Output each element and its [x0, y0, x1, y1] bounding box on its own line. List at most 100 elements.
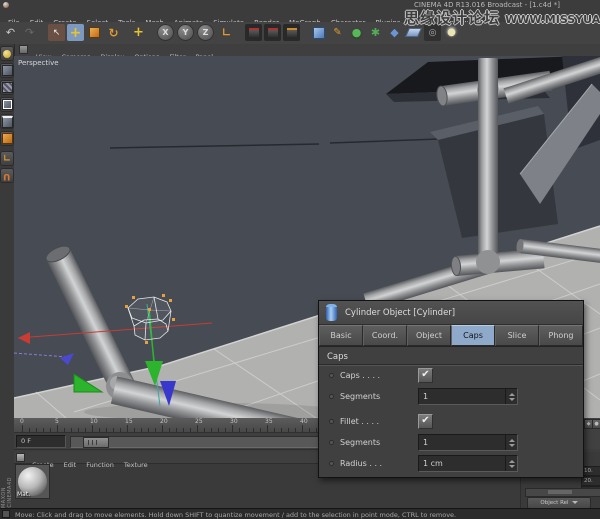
live-selection-icon[interactable] — [48, 24, 65, 41]
ruler-tick — [302, 425, 303, 432]
ruler-tick — [295, 428, 296, 432]
mograph-icon[interactable] — [367, 24, 384, 41]
fillet-segments-row: Segments 1 — [319, 432, 583, 453]
ruler-label: 20 — [160, 418, 168, 425]
cap-segments-value[interactable]: 1 — [419, 392, 505, 401]
fillet-segments-value[interactable]: 1 — [419, 438, 505, 447]
last-tool-icon[interactable] — [130, 24, 147, 41]
anim-dot-icon[interactable] — [329, 440, 334, 445]
anim-dot-icon[interactable] — [329, 373, 334, 378]
cap-segments-stepper[interactable]: 1 — [418, 388, 518, 405]
ruler-tick — [211, 428, 212, 432]
tab-phong[interactable]: Phong — [539, 325, 583, 346]
spinner-arrows-icon[interactable] — [505, 389, 517, 404]
rotate-icon[interactable] — [105, 24, 122, 41]
tab-coord[interactable]: Coord. — [363, 325, 407, 346]
scale-icon[interactable] — [86, 24, 103, 41]
ruler-tick — [288, 428, 289, 432]
coordinates-scrollbar[interactable] — [525, 488, 600, 497]
texture-mode-icon[interactable] — [1, 81, 13, 94]
caps-row: Caps . . . . ✔ — [319, 365, 583, 386]
material-menu-texture[interactable]: Texture — [119, 459, 153, 469]
render-picture-viewer-icon[interactable] — [264, 24, 281, 41]
ruler-tick — [155, 428, 156, 432]
render-view-icon[interactable] — [245, 24, 262, 41]
ruler-tick — [99, 428, 100, 432]
material-thumbnail[interactable]: Mat. — [16, 465, 49, 498]
attribute-panel-header[interactable]: Cylinder Object [Cylinder] — [319, 301, 583, 325]
ruler-tick — [204, 428, 205, 432]
ruler-tick — [113, 428, 114, 432]
status-icon — [3, 511, 9, 517]
spinner-arrows-icon[interactable] — [505, 435, 517, 450]
ruler-tick — [190, 428, 191, 432]
viewport-grid-icon[interactable] — [20, 46, 27, 53]
ruler-label: 15 — [125, 418, 133, 425]
anim-dot-icon[interactable] — [329, 419, 334, 424]
primitive-cube-icon[interactable] — [310, 24, 327, 41]
undo-icon[interactable] — [2, 24, 19, 41]
section-title: Caps — [319, 350, 583, 365]
fillet-checkbox[interactable]: ✔ — [418, 414, 433, 429]
ruler-tick — [169, 428, 170, 432]
move-icon[interactable] — [67, 24, 84, 41]
material-manager-icon[interactable] — [17, 454, 24, 461]
ruler-tick — [57, 425, 58, 432]
material-menu-function[interactable]: Function — [81, 459, 119, 469]
current-frame-field[interactable]: 0 F — [16, 435, 66, 448]
ruler-tick — [197, 425, 198, 432]
edit-render-settings-icon[interactable] — [283, 24, 300, 41]
coordinate-system-icon[interactable] — [218, 24, 235, 41]
status-bar: Move: Click and drag to move elements. H… — [0, 508, 600, 519]
keyframe-button[interactable]: ◆ — [585, 420, 592, 428]
tab-caps[interactable]: Caps — [451, 325, 495, 346]
timeline-slider-handle[interactable] — [83, 437, 109, 448]
ruler-label: 0 — [20, 418, 24, 425]
axis-x-icon[interactable]: X — [157, 24, 174, 41]
cylinder-object-icon — [326, 304, 337, 321]
tab-object[interactable]: Object — [407, 325, 451, 346]
fillet-segments-stepper[interactable]: 1 — [418, 434, 518, 451]
radius-value[interactable]: 1 cm — [419, 459, 505, 468]
ruler-tick — [246, 428, 247, 432]
ruler-tick — [260, 428, 261, 432]
deformer-icon[interactable] — [386, 24, 403, 41]
radius-stepper[interactable]: 1 cm — [418, 455, 518, 472]
ruler-tick — [162, 425, 163, 432]
ruler-tick — [22, 425, 23, 432]
point-mode-icon[interactable] — [1, 98, 13, 111]
anim-dot-icon[interactable] — [329, 394, 334, 399]
caps-checkbox[interactable]: ✔ — [418, 368, 433, 383]
tab-basic[interactable]: Basic — [319, 325, 363, 346]
model-mode-icon[interactable] — [1, 64, 13, 77]
subdivision-surface-icon[interactable] — [348, 24, 365, 41]
axis-z-icon[interactable]: Z — [197, 24, 214, 41]
ruler-tick — [253, 428, 254, 432]
anim-dot-icon[interactable] — [329, 461, 334, 466]
ruler-tick — [239, 428, 240, 432]
axis-y-label: Y — [183, 28, 189, 37]
mode-sidebar — [0, 44, 15, 448]
snap-icon[interactable] — [1, 169, 13, 182]
record-button[interactable]: ● — [593, 420, 600, 428]
spinner-arrows-icon[interactable] — [505, 456, 517, 471]
ruler-label: 40 — [300, 418, 308, 425]
material-menu-edit[interactable]: Edit — [59, 459, 82, 469]
ruler-tick — [176, 428, 177, 432]
ruler-tick — [29, 428, 30, 432]
radius-label: Radius . . . — [340, 459, 418, 468]
attribute-panel-body: Caps Caps . . . . ✔ Segments 1 Fillet . … — [319, 347, 583, 474]
edge-mode-icon[interactable] — [1, 115, 13, 128]
redo-icon[interactable] — [21, 24, 38, 41]
axis-mode-icon[interactable] — [1, 152, 13, 165]
fillet-row: Fillet . . . . ✔ — [319, 411, 583, 432]
viewport-camera-label[interactable]: Perspective — [18, 59, 59, 67]
tab-slice[interactable]: Slice — [495, 325, 539, 346]
ruler-tick — [50, 428, 51, 432]
polygon-mode-icon[interactable] — [1, 132, 13, 145]
ruler-tick — [309, 428, 310, 432]
spline-pen-icon[interactable] — [329, 24, 346, 41]
axis-y-icon[interactable]: Y — [177, 24, 194, 41]
make-editable-icon[interactable] — [1, 47, 13, 60]
ruler-tick — [232, 425, 233, 432]
